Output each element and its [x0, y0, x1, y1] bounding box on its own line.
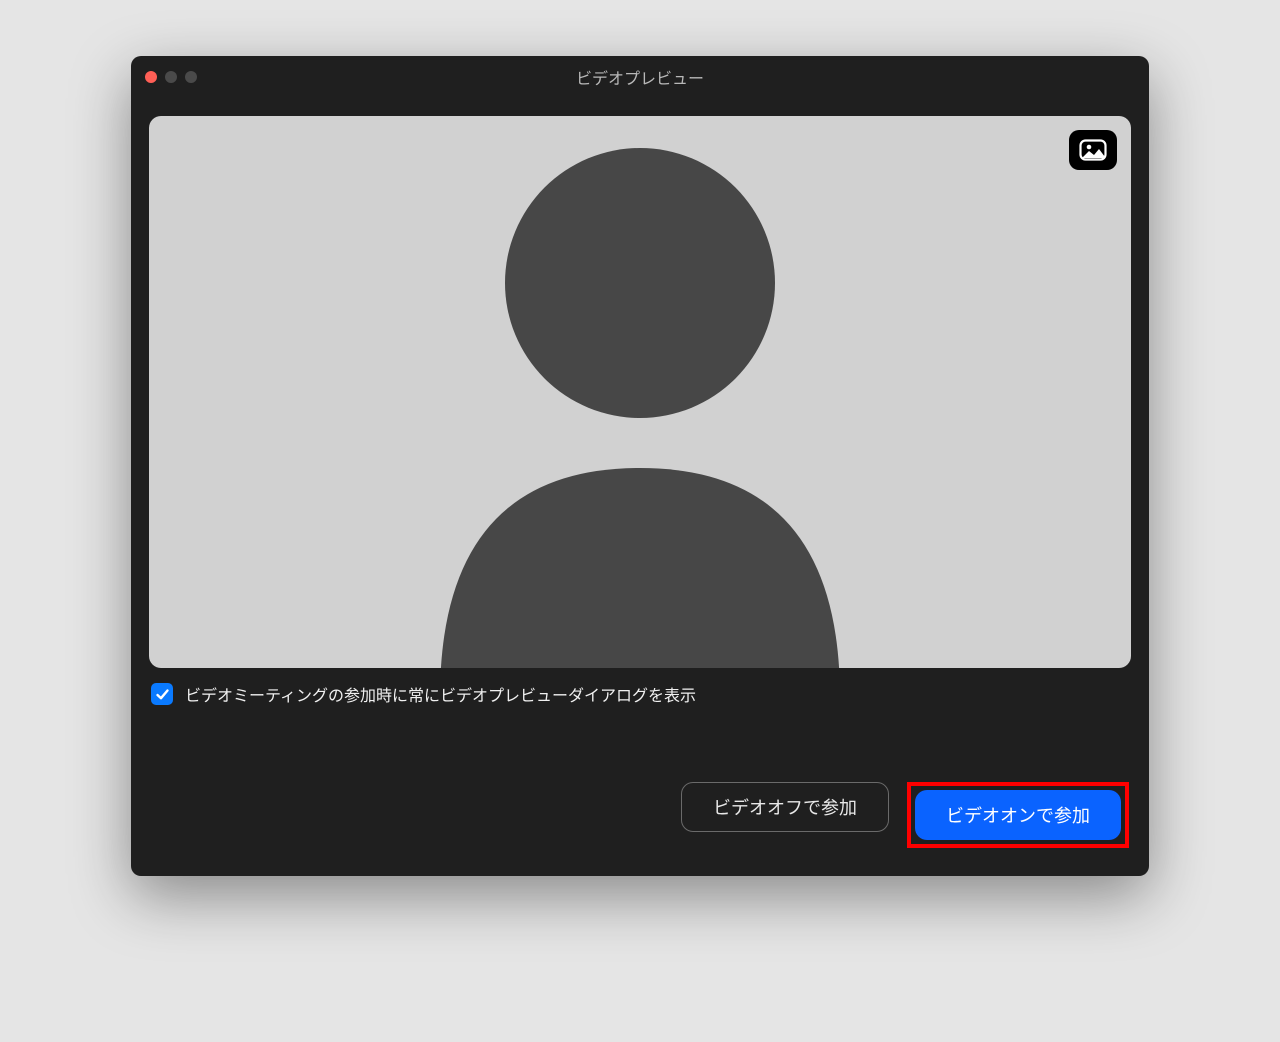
video-preview-area	[149, 116, 1131, 668]
avatar-placeholder-icon	[385, 118, 895, 668]
action-buttons: ビデオオフで参加 ビデオオンで参加	[149, 782, 1131, 854]
close-window-button[interactable]	[145, 71, 157, 83]
join-without-video-button[interactable]: ビデオオフで参加	[681, 782, 889, 832]
content-area: ビデオミーティングの参加時に常にビデオプレビューダイアログを表示 ビデオオフで参…	[131, 98, 1149, 876]
join-with-video-button[interactable]: ビデオオンで参加	[915, 790, 1121, 840]
window-controls	[131, 71, 197, 83]
always-show-preview-label: ビデオミーティングの参加時に常にビデオプレビューダイアログを表示	[185, 682, 696, 706]
virtual-background-button[interactable]	[1069, 130, 1117, 170]
titlebar: ビデオプレビュー	[131, 56, 1149, 98]
highlight-annotation: ビデオオンで参加	[907, 782, 1129, 848]
always-show-preview-row: ビデオミーティングの参加時に常にビデオプレビューダイアログを表示	[149, 682, 1131, 706]
minimize-window-button[interactable]	[165, 71, 177, 83]
maximize-window-button[interactable]	[185, 71, 197, 83]
image-icon	[1079, 139, 1107, 161]
video-preview-window: ビデオプレビュー ビデオミーティングの参加時に常にビデオプレビ	[131, 56, 1149, 876]
window-title: ビデオプレビュー	[131, 65, 1149, 89]
always-show-preview-checkbox[interactable]	[151, 683, 173, 705]
checkmark-icon	[155, 687, 170, 702]
